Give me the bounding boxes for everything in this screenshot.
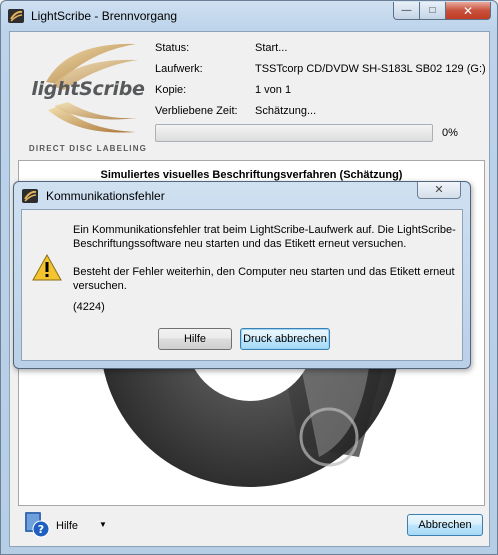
- cancel-button[interactable]: Abbrechen: [407, 514, 483, 536]
- progress-bar: [155, 124, 433, 142]
- copy-value: 1 von 1: [255, 84, 292, 96]
- svg-text:?: ?: [38, 523, 44, 536]
- lightscribe-logo: lightScribe DIRECT DISC LABELING: [18, 40, 150, 156]
- drive-value: TSSTcorp CD/DVDW SH-S183L SB02 129 (G:): [255, 63, 486, 75]
- abort-print-button[interactable]: Druck abbrechen: [240, 328, 330, 350]
- close-icon: ✕: [434, 184, 444, 196]
- lightscribe-icon: [22, 189, 38, 203]
- error-code: (4224): [73, 301, 105, 313]
- lightscribe-icon: [8, 9, 24, 23]
- preview-title: Simuliertes visuelles Beschriftungsverfa…: [100, 169, 403, 181]
- error-dialog: Kommunikationsfehler ✕ Ein Kommunikation…: [13, 181, 471, 369]
- status-label: Status:: [155, 42, 190, 54]
- dialog-close-button[interactable]: ✕: [417, 182, 461, 199]
- close-icon: ✕: [462, 3, 474, 18]
- drive-label: Laufwerk:: [155, 63, 203, 75]
- remaining-time-label: Verbliebene Zeit:: [155, 105, 238, 117]
- help-book-icon: ?: [25, 512, 50, 538]
- remaining-time-value: Schätzung...: [255, 105, 317, 117]
- minimize-button[interactable]: —: [393, 2, 420, 20]
- maximize-button[interactable]: □: [420, 2, 446, 20]
- warning-icon: [32, 254, 62, 281]
- progress-percent: 0%: [442, 127, 458, 139]
- logo-tagline: DIRECT DISC LABELING: [28, 144, 148, 153]
- error-message-primary: Ein Kommunikationsfehler trat beim Light…: [73, 224, 456, 250]
- title-bar[interactable]: LightScribe - Brennvorgang — □ ✕: [1, 1, 497, 31]
- minimize-icon: —: [401, 5, 412, 16]
- dialog-help-button[interactable]: Hilfe: [158, 328, 232, 350]
- error-message-secondary: Besteht der Fehler weiterhin, den Comput…: [73, 266, 455, 292]
- dialog-title: Kommunikationsfehler: [46, 189, 165, 203]
- status-value: Start...: [255, 42, 288, 54]
- copy-label: Kopie:: [155, 84, 187, 96]
- window-title: LightScribe - Brennvorgang: [31, 9, 178, 23]
- logo-wordmark: lightScribe: [31, 78, 145, 100]
- dialog-body: Ein Kommunikationsfehler trat beim Light…: [21, 209, 463, 361]
- close-button[interactable]: ✕: [446, 2, 491, 20]
- chevron-down-icon: ▼: [99, 520, 107, 529]
- caption-buttons: — □ ✕: [393, 2, 491, 20]
- help-label: Hilfe: [56, 520, 79, 532]
- maximize-icon: □: [429, 5, 436, 16]
